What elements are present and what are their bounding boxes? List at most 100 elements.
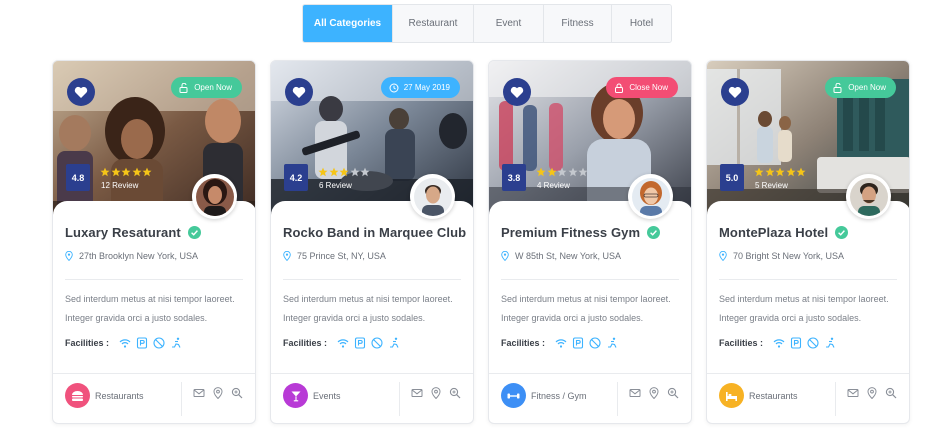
category-label[interactable]: Restaurants — [749, 391, 798, 401]
category-label[interactable]: Events — [313, 391, 341, 401]
star-filled-icon — [775, 167, 785, 177]
lock-open-icon — [833, 82, 842, 93]
review-count[interactable]: 4 Review — [537, 181, 570, 190]
category-badge[interactable] — [65, 383, 90, 408]
facilities-label: Facilities : — [719, 338, 764, 348]
favorite-button[interactable] — [503, 78, 531, 106]
review-count[interactable]: 6 Review — [319, 181, 352, 190]
avatar[interactable] — [628, 174, 673, 219]
location-icon[interactable] — [430, 387, 442, 399]
dumbbell-icon — [507, 393, 520, 398]
star-filled-icon — [318, 167, 328, 177]
heart-icon — [510, 86, 524, 98]
listing-card[interactable]: Open Now 5.0 5 Review MontePlaza Hotel 7… — [706, 60, 910, 424]
accessibility-icon — [172, 337, 181, 348]
category-badge[interactable] — [283, 383, 308, 408]
status-badge: Close Now — [606, 77, 678, 98]
star-filled-icon — [547, 167, 556, 177]
star-rating — [100, 167, 153, 177]
date-badge: 27 May 2019 — [380, 77, 460, 98]
listing-address: W 85th St, New York, USA — [515, 251, 622, 261]
listing-description: Sed interdum metus at nisi tempor laoree… — [501, 294, 671, 323]
location-icon[interactable] — [648, 387, 660, 399]
listing-address: 27th Brooklyn New York, USA — [79, 251, 199, 261]
verified-icon — [187, 226, 201, 239]
parking-icon — [572, 337, 584, 349]
accessibility-icon — [826, 337, 835, 348]
status-badge: Open Now — [171, 77, 242, 98]
rating-score: 5.0 — [720, 164, 744, 191]
no-smoking-icon — [153, 337, 165, 349]
category-badge[interactable] — [719, 383, 744, 408]
star-empty-icon — [360, 167, 370, 177]
divider — [501, 279, 679, 280]
status-badge-label: Close Now — [629, 83, 668, 92]
star-rating — [754, 167, 807, 177]
accessibility-icon — [608, 337, 617, 348]
listing-card[interactable]: 27 May 2019 4.2 6 Review Rocko Band in M… — [270, 60, 474, 424]
star-filled-icon — [100, 167, 110, 177]
tab-all-categories[interactable]: All Categories — [303, 5, 392, 42]
listing-title[interactable]: MontePlaza Hotel — [719, 225, 828, 240]
favorite-button[interactable] — [285, 78, 313, 106]
star-empty-icon — [568, 167, 577, 177]
parking-icon — [354, 337, 366, 349]
listing-description: Sed interdum metus at nisi tempor laoree… — [719, 294, 889, 323]
avatar[interactable] — [192, 174, 237, 219]
category-label[interactable]: Fitness / Gym — [531, 391, 587, 401]
listing-description: Sed interdum metus at nisi tempor laoree… — [283, 294, 453, 323]
card-footer: Restaurants — [53, 373, 255, 423]
zoom-icon[interactable] — [231, 387, 243, 399]
tab-fitness[interactable]: Fitness — [543, 5, 611, 42]
listing-title[interactable]: Luxary Resaturant — [65, 225, 181, 240]
location-icon[interactable] — [866, 387, 878, 399]
category-label[interactable]: Restaurants — [95, 391, 144, 401]
favorite-button[interactable] — [67, 78, 95, 106]
heart-icon — [728, 86, 742, 98]
tab-restaurant[interactable]: Restaurant — [392, 5, 473, 42]
listing-card[interactable]: Close Now 3.8 4 Review Premium Fitness G… — [488, 60, 692, 424]
status-badge-label: Open Now — [194, 83, 232, 92]
card-footer: Events — [271, 373, 473, 423]
parking-icon — [136, 337, 148, 349]
mail-icon[interactable] — [847, 387, 859, 399]
clock-icon — [389, 83, 399, 92]
avatar[interactable] — [410, 174, 455, 219]
location-icon[interactable] — [212, 387, 224, 399]
zoom-icon[interactable] — [667, 387, 679, 399]
zoom-icon[interactable] — [885, 387, 897, 399]
heart-icon — [74, 86, 88, 98]
listing-title[interactable]: Rocko Band in Marquee Club — [283, 225, 466, 240]
rating-score: 4.8 — [66, 164, 90, 191]
zoom-icon[interactable] — [449, 387, 461, 399]
review-count[interactable]: 5 Review — [755, 181, 788, 190]
date-badge-label: 27 May 2019 — [403, 83, 450, 92]
lock-open-icon — [179, 82, 188, 93]
listing-title[interactable]: Premium Fitness Gym — [501, 225, 640, 240]
accessibility-icon — [390, 337, 399, 348]
tab-hotel[interactable]: Hotel — [611, 5, 671, 42]
no-smoking-icon — [589, 337, 601, 349]
mail-icon[interactable] — [629, 387, 641, 399]
burger-icon — [72, 390, 83, 401]
star-filled-icon — [765, 167, 774, 177]
facilities-label: Facilities : — [65, 338, 110, 348]
footer-divider — [617, 382, 618, 416]
category-badge[interactable] — [501, 383, 526, 408]
verified-icon — [835, 226, 849, 239]
listing-card[interactable]: Open Now 4.8 12 Review Luxary Resaturant… — [52, 60, 256, 424]
star-rating — [536, 167, 589, 177]
avatar[interactable] — [846, 174, 891, 219]
star-filled-icon — [329, 167, 338, 177]
divider — [283, 279, 461, 280]
favorite-button[interactable] — [721, 78, 749, 106]
mail-icon[interactable] — [193, 387, 205, 399]
mail-icon[interactable] — [411, 387, 423, 399]
listing-description: Sed interdum metus at nisi tempor laoree… — [65, 294, 235, 323]
wifi-icon — [773, 339, 785, 348]
heart-icon — [292, 86, 306, 98]
review-count[interactable]: 12 Review — [101, 181, 138, 190]
tab-event[interactable]: Event — [473, 5, 543, 42]
no-smoking-icon — [807, 337, 819, 349]
star-empty-icon — [350, 167, 359, 177]
